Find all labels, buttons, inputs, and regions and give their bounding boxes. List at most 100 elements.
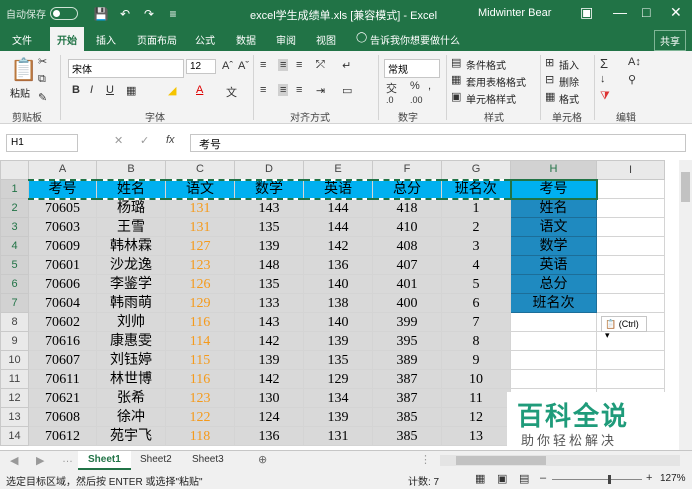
data-cell[interactable]: 13 (441, 426, 511, 446)
data-cell[interactable]: 407 (372, 255, 442, 275)
font-size-select[interactable]: 12 (186, 59, 216, 74)
paste-icon[interactable]: 📋 (10, 57, 37, 83)
row-header[interactable]: 9 (0, 331, 29, 351)
paste-options-button[interactable]: 📋 (Ctrl) ▾ (601, 316, 647, 340)
cut-icon[interactable]: ✂ (38, 55, 47, 68)
row-header[interactable]: 7 (0, 293, 29, 313)
data-cell[interactable]: 135 (234, 217, 304, 237)
data-cell[interactable]: 131 (303, 426, 373, 446)
pasted-cell[interactable]: 总分 (510, 274, 597, 294)
data-cell[interactable]: 395 (372, 331, 442, 351)
tab-formulas[interactable]: 公式 (195, 32, 215, 47)
empty-cell[interactable] (596, 198, 665, 218)
data-cell[interactable]: 142 (303, 236, 373, 256)
share-button[interactable]: 共享 (654, 30, 686, 51)
data-cell[interactable]: 9 (441, 350, 511, 370)
column-header-d[interactable]: D (234, 160, 304, 180)
scroll-thumb[interactable] (456, 456, 546, 465)
orientation-icon[interactable]: ⤱ (316, 59, 325, 72)
empty-cell[interactable] (596, 217, 665, 237)
row-header[interactable]: 8 (0, 312, 29, 332)
header-cell[interactable]: 英语 (303, 178, 373, 200)
more-sheets-icon[interactable]: … (62, 453, 73, 465)
user-name[interactable]: Midwinter Bear (478, 7, 551, 19)
grow-font-icon[interactable]: Aˆ (222, 60, 233, 72)
row-header[interactable]: 1 (0, 179, 29, 199)
empty-cell[interactable] (596, 350, 665, 370)
empty-cell[interactable] (596, 236, 665, 256)
data-cell[interactable]: 118 (165, 426, 235, 446)
sheet-tab-2[interactable]: Sheet2 (130, 451, 182, 470)
ribbon-options-icon[interactable]: ▣ (580, 4, 593, 21)
header-cell[interactable]: 班名次 (441, 178, 511, 200)
font-name-select[interactable]: 宋体 (68, 59, 184, 78)
data-cell[interactable]: 131 (165, 217, 235, 237)
empty-cell[interactable] (510, 350, 597, 370)
comma-icon[interactable]: , (428, 80, 431, 92)
align-left-icon[interactable]: ≡ (260, 84, 266, 96)
save-icon[interactable]: 💾 (92, 7, 110, 21)
row-header[interactable]: 11 (0, 369, 29, 389)
data-cell[interactable]: 张希 (96, 388, 166, 408)
tab-data[interactable]: 数据 (236, 32, 256, 47)
zoom-slider[interactable] (552, 475, 642, 484)
wrap-text-icon[interactable]: ↵ (342, 59, 351, 72)
column-header-i[interactable]: I (596, 160, 665, 180)
data-cell[interactable]: 苑宇飞 (96, 426, 166, 446)
data-cell[interactable]: 70603 (28, 217, 97, 237)
row-header[interactable]: 2 (0, 198, 29, 218)
data-cell[interactable]: 116 (165, 369, 235, 389)
data-cell[interactable]: 韩林霖 (96, 236, 166, 256)
data-cell[interactable]: 387 (372, 388, 442, 408)
header-cell[interactable]: 数学 (234, 178, 304, 200)
data-cell[interactable]: 401 (372, 274, 442, 294)
cancel-icon[interactable]: ✕ (114, 134, 123, 147)
worksheet[interactable]: A B C D E F G H I 1 考号 姓名 语文 数学 英语 总分 班名次 考号 2 70605 杨璐 131 14… (0, 160, 692, 450)
align-right-icon[interactable]: ≡ (296, 84, 302, 96)
pasted-cell[interactable]: 英语 (510, 255, 597, 275)
data-cell[interactable]: 135 (303, 350, 373, 370)
enter-icon[interactable]: ✓ (140, 134, 149, 147)
autosum-icon[interactable]: Σ (600, 56, 608, 71)
percent-icon[interactable]: % (410, 80, 420, 92)
data-cell[interactable]: 刘钰婷 (96, 350, 166, 370)
data-cell[interactable]: 123 (165, 255, 235, 275)
clear-icon[interactable]: ⧩ (600, 90, 610, 103)
data-cell[interactable]: 129 (165, 293, 235, 313)
data-cell[interactable]: 142 (234, 331, 304, 351)
empty-cell[interactable] (510, 312, 597, 332)
data-cell[interactable]: 139 (303, 331, 373, 351)
data-cell[interactable]: 70607 (28, 350, 97, 370)
data-cell[interactable]: 136 (303, 255, 373, 275)
undo-icon[interactable]: ↶ (116, 7, 134, 21)
data-cell[interactable]: 70621 (28, 388, 97, 408)
data-cell[interactable]: 144 (303, 198, 373, 218)
data-cell[interactable]: 6 (441, 293, 511, 313)
vertical-scrollbar[interactable] (679, 160, 692, 450)
empty-cell[interactable] (510, 331, 597, 351)
empty-cell[interactable] (596, 369, 665, 389)
pasted-cell[interactable]: 数学 (510, 236, 597, 256)
column-header-f[interactable]: F (372, 160, 442, 180)
align-center-icon[interactable]: ≡ (278, 84, 289, 96)
format-as-table-button[interactable]: 套用表格格式 (466, 74, 526, 89)
column-header-g[interactable]: G (441, 160, 511, 180)
decrease-decimal-icon[interactable]: .00 (410, 95, 423, 105)
data-cell[interactable]: 70616 (28, 331, 97, 351)
sort-filter-icon[interactable]: A↕ (628, 56, 641, 68)
align-middle-icon[interactable]: ≡ (278, 59, 289, 71)
data-cell[interactable]: 林世博 (96, 369, 166, 389)
row-header[interactable]: 13 (0, 407, 29, 427)
row-header[interactable]: 12 (0, 388, 29, 408)
data-cell[interactable]: 10 (441, 369, 511, 389)
add-sheet-icon[interactable]: ⊕ (258, 453, 267, 466)
data-cell[interactable]: 385 (372, 426, 442, 446)
cell-styles-button[interactable]: 单元格样式 (466, 91, 516, 106)
tab-file[interactable]: 文件 (12, 32, 32, 47)
empty-cell[interactable] (596, 179, 665, 199)
row-header[interactable]: 10 (0, 350, 29, 370)
format-painter-icon[interactable]: ✎ (38, 91, 47, 104)
zoom-slider-thumb[interactable] (608, 475, 611, 484)
data-cell[interactable]: 70601 (28, 255, 97, 275)
data-cell[interactable]: 70602 (28, 312, 97, 332)
